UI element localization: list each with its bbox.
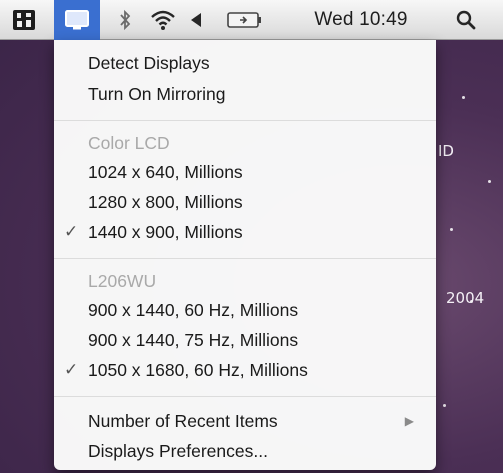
checkmark-icon: ✓ — [64, 360, 79, 379]
resolution-label: 900 x 1440, 60 Hz, Millions — [88, 300, 299, 320]
resolution-item[interactable]: 900 x 1440, 75 Hz, Millions — [54, 325, 436, 355]
detect-displays-item[interactable]: Detect Displays — [54, 48, 436, 78]
resolution-label: 1024 x 640, Millions — [88, 162, 243, 182]
desktop-text-fragment: 2004 — [446, 289, 485, 307]
resolution-item-selected[interactable]: ✓ 1050 x 1680, 60 Hz, Millions — [54, 355, 436, 385]
displays-dropdown-menu: Detect Displays Turn On Mirroring Color … — [54, 40, 436, 470]
display-header-color-lcd: Color LCD — [88, 133, 170, 153]
desktop-star — [450, 228, 453, 231]
resolution-label: 1440 x 900, Millions — [88, 222, 243, 242]
display-header-l206wu: L206WU — [88, 271, 157, 291]
displays-preferences-item[interactable]: Displays Preferences... — [54, 436, 436, 466]
resolution-label: 1050 x 1680, 60 Hz, Millions — [88, 360, 308, 380]
menu-separator — [54, 258, 436, 259]
menu-separator — [54, 396, 436, 397]
menu-separator — [54, 120, 436, 121]
wifi-icon[interactable] — [146, 0, 180, 40]
desktop-text-fragment: ID — [438, 142, 454, 160]
display-icon — [64, 9, 90, 31]
dashboard-icon[interactable] — [8, 0, 40, 40]
battery-charging-icon[interactable] — [222, 0, 268, 40]
volume-icon[interactable] — [184, 0, 210, 40]
submenu-arrow-icon: ▶ — [404, 414, 414, 428]
resolution-item[interactable]: 1024 x 640, Millions — [54, 157, 436, 187]
displays-menu-extra[interactable] — [54, 0, 100, 40]
turn-on-mirroring-item[interactable]: Turn On Mirroring — [54, 79, 436, 109]
resolution-item[interactable]: 1280 x 800, Millions — [54, 187, 436, 217]
resolution-label: 1280 x 800, Millions — [88, 192, 243, 212]
menubar-clock[interactable]: Wed 10:49 — [300, 0, 422, 40]
resolution-item[interactable]: 900 x 1440, 60 Hz, Millions — [54, 295, 436, 325]
menu-item-label: Number of Recent Items — [88, 411, 278, 431]
resolution-item-selected[interactable]: ✓ 1440 x 900, Millions — [54, 217, 436, 247]
desktop-star — [462, 96, 465, 99]
desktop-star — [443, 404, 446, 407]
spotlight-search-icon[interactable] — [446, 0, 486, 40]
number-of-recent-items-item[interactable]: Number of Recent Items ▶ — [54, 406, 436, 436]
menu-bar: Wed 10:49 — [0, 0, 503, 40]
desktop-star — [488, 180, 491, 183]
checkmark-icon: ✓ — [64, 222, 79, 241]
resolution-label: 900 x 1440, 75 Hz, Millions — [88, 330, 299, 350]
bluetooth-icon[interactable] — [112, 0, 138, 40]
